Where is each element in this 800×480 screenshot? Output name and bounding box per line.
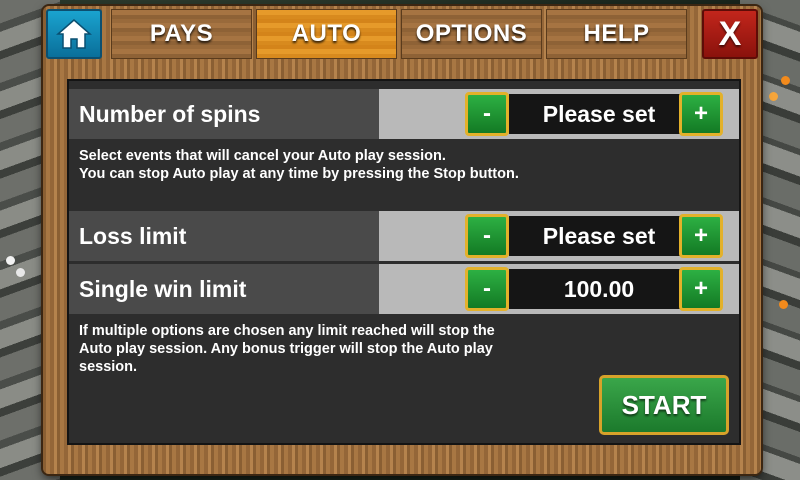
tab-auto[interactable]: AUTO [256,9,397,59]
info-line: Auto play session. Any bonus trigger wil… [79,341,493,357]
loss-limit-value: Please set [509,216,689,256]
loss-limit-increase-button[interactable]: + [679,214,723,258]
single-win-limit-label: Single win limit [79,276,247,302]
flower-icon [769,92,778,101]
spins-increase-button[interactable]: + [679,92,723,136]
home-icon [56,19,92,49]
flower-icon [16,268,25,277]
loss-limit-row: Loss limit - Please set + [69,211,739,261]
limit-info-text: If multiple options are chosen any limit… [79,322,495,376]
cancel-info-text: Select events that will cancel your Auto… [79,147,519,183]
loss-limit-decrease-button[interactable]: - [465,214,509,258]
single-win-limit-value: 100.00 [509,269,689,309]
spins-row: Number of spins - Please set + [69,89,739,139]
spins-label: Number of spins [79,101,261,127]
loss-limit-label: Loss limit [79,223,187,249]
single-win-limit-decrease-button[interactable]: - [465,267,509,311]
info-line: session. [79,359,138,375]
tab-options[interactable]: OPTIONS [401,9,542,59]
auto-settings-panel: Number of spins - Please set + Select ev… [67,79,741,445]
home-button[interactable] [46,9,102,59]
tab-bar: PAYS AUTO OPTIONS HELP X [43,6,761,62]
spins-value: Please set [509,94,689,134]
single-win-limit-row: Single win limit - 100.00 + [69,264,739,314]
close-button[interactable]: X [702,9,758,59]
info-line: If multiple options are chosen any limit… [79,323,495,339]
auto-play-dialog: PAYS AUTO OPTIONS HELP X Number of spins… [43,6,761,474]
start-button[interactable]: START [599,375,729,435]
info-line: Select events that will cancel your Auto… [79,148,446,164]
tab-help[interactable]: HELP [546,9,687,59]
tab-pays[interactable]: PAYS [111,9,252,59]
single-win-limit-increase-button[interactable]: + [679,267,723,311]
spins-decrease-button[interactable]: - [465,92,509,136]
flower-icon [6,256,15,265]
flower-icon [781,76,790,85]
flower-icon [779,300,788,309]
info-line: You can stop Auto play at any time by pr… [79,166,519,182]
